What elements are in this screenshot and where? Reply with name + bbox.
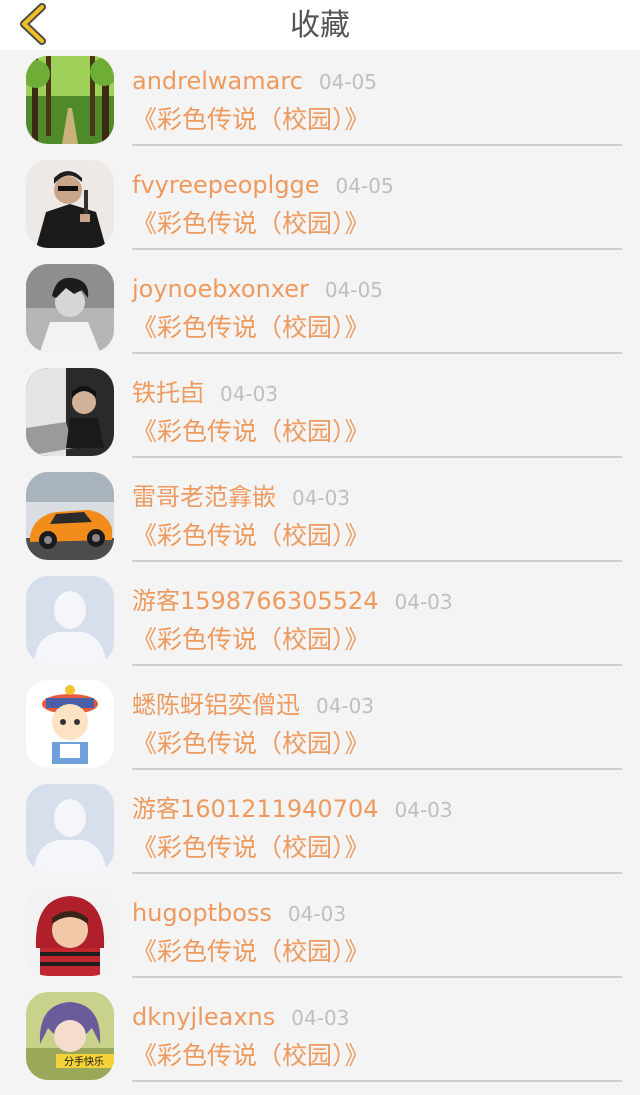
list-item[interactable]: 雷哥老范搻嵌 04-03 《彩色传说（校园）》 <box>0 466 640 570</box>
date-label: 04-03 <box>394 798 453 822</box>
list-item[interactable]: joynoebxonxer 04-05 《彩色传说（校园）》 <box>0 258 640 362</box>
username: andrelwamarc <box>132 67 303 95</box>
avatar <box>26 368 114 456</box>
book-title: 《彩色传说（校园）》 <box>132 833 370 862</box>
page-title: 收藏 <box>290 8 350 43</box>
book-title: 《彩色传说（校园）》 <box>132 937 370 966</box>
book-title: 《彩色传说（校园）》 <box>132 521 370 550</box>
avatar <box>26 576 114 664</box>
avatar <box>26 784 114 872</box>
avatar <box>26 680 114 768</box>
date-label: 04-05 <box>335 174 394 198</box>
list-item[interactable]: 游客1598766305524 04-03 《彩色传说（校园）》 <box>0 570 640 674</box>
book-title: 《彩色传说（校园）》 <box>132 209 370 238</box>
list-item[interactable]: andrelwamarc 04-05 《彩色传说（校园）》 <box>0 50 640 154</box>
date-label: 04-03 <box>292 486 351 510</box>
book-title: 《彩色传说（校园）》 <box>132 1041 370 1070</box>
book-title: 《彩色传说（校园）》 <box>132 625 370 654</box>
username: 游客1601211940704 <box>132 795 379 823</box>
username: joynoebxonxer <box>132 275 309 303</box>
avatar-caption: 分手快乐 <box>64 1055 104 1068</box>
username: 雷哥老范搻嵌 <box>132 483 276 511</box>
avatar <box>26 264 114 352</box>
date-label: 04-05 <box>324 278 384 302</box>
avatar <box>26 56 114 144</box>
book-title: 《彩色传说（校园）》 <box>132 417 370 446</box>
book-title: 《彩色传说（校园）》 <box>132 313 370 342</box>
list-item[interactable]: hugoptboss 04-03 《彩色传说（校园）》 <box>0 882 640 986</box>
list-item[interactable]: 游客1601211940704 04-03 《彩色传说（校园）》 <box>0 778 640 882</box>
list-item[interactable]: 铁托卣 04-03 《彩色传说（校园）》 <box>0 362 640 466</box>
book-title: 《彩色传说（校园）》 <box>132 729 370 758</box>
date-label: 04-03 <box>287 902 347 926</box>
username: hugoptboss <box>132 899 272 927</box>
date-label: 04-05 <box>318 70 378 94</box>
username: 铁托卣 <box>132 379 204 407</box>
date-label: 04-03 <box>220 382 279 406</box>
date-label: 04-03 <box>316 694 375 718</box>
book-title: 《彩色传说（校园）》 <box>132 105 370 134</box>
username: 蟋陈蚜铝奕僧迅 <box>132 691 300 719</box>
date-label: 04-03 <box>291 1006 350 1030</box>
favorites-list: andrelwamarc 04-05 《彩色传说（校园）》 fvyreepeopl… <box>0 50 640 1090</box>
avatar <box>26 472 114 560</box>
list-item[interactable]: fvyreepeoplgge 04-05 《彩色传说（校园）》 <box>0 154 640 258</box>
avatar <box>26 888 114 976</box>
avatar: 分手快乐 <box>26 992 114 1080</box>
list-item[interactable]: 分手快乐 dknyjleaxns 04-03 《彩色传说（校园）》 <box>0 986 640 1090</box>
default-avatar-icon <box>26 784 114 872</box>
date-label: 04-03 <box>394 590 453 614</box>
default-avatar-icon <box>26 576 114 664</box>
avatar <box>26 160 114 248</box>
list-item[interactable]: 蟋陈蚜铝奕僧迅 04-03 《彩色传说（校园）》 <box>0 674 640 778</box>
username: fvyreepeoplgge <box>132 171 320 199</box>
username: dknyjleaxns <box>132 1003 276 1031</box>
username: 游客1598766305524 <box>132 587 379 615</box>
top-bar: 收藏 <box>0 0 640 50</box>
